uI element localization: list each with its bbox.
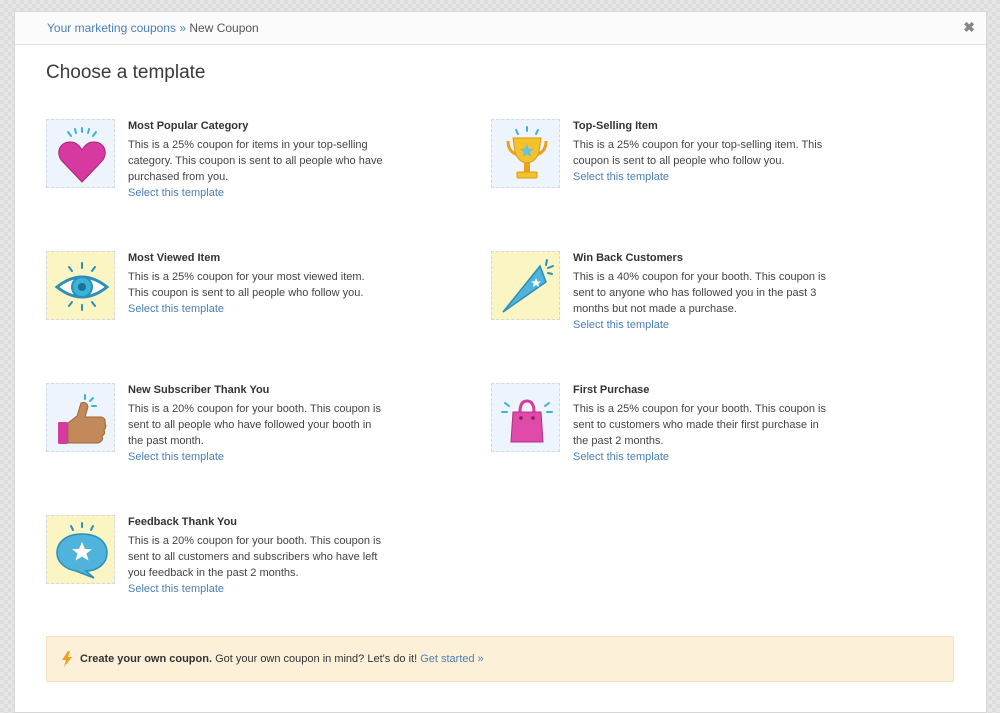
template-description: This is a 25% coupon for your most viewe…: [128, 271, 365, 299]
template-name: Most Popular Category: [128, 120, 249, 132]
template-thumbnail[interactable]: [46, 119, 115, 188]
select-template-link[interactable]: Select this template: [573, 169, 828, 185]
template-name: First Purchase: [573, 384, 650, 396]
template-name: Win Back Customers: [573, 252, 683, 264]
trophy-icon: [506, 126, 548, 179]
shopping-bag-icon: [501, 399, 553, 443]
template-thumbnail[interactable]: [46, 251, 115, 320]
select-template-link[interactable]: Select this template: [573, 449, 828, 465]
template-name: Feedback Thank You: [128, 516, 238, 528]
page-title: Choose a template: [46, 62, 206, 83]
template-thumbnail[interactable]: [491, 251, 560, 320]
select-template-link[interactable]: Select this template: [128, 185, 383, 201]
breadcrumb-separator: »: [179, 21, 187, 35]
create-own-coupon-banner: Create your own coupon. Got your own cou…: [46, 636, 954, 682]
template-description: This is a 25% coupon for items in your t…: [128, 139, 383, 183]
breadcrumb: Your marketing coupons » New Coupon: [47, 21, 259, 35]
eye-icon: [54, 262, 110, 311]
pennant-icon: [502, 259, 554, 313]
template-thumbnail[interactable]: [46, 383, 115, 452]
template-description: This is a 20% coupon for your booth. Thi…: [128, 403, 381, 447]
speech-bubble-star-icon: [56, 522, 108, 579]
banner-message: Got your own coupon in mind? Let's do it…: [215, 653, 418, 665]
thumbs-up-icon: [58, 394, 107, 444]
template-name: New Subscriber Thank You: [128, 384, 270, 396]
template-description: This is a 40% coupon for your booth. Thi…: [573, 271, 826, 315]
get-started-link[interactable]: Get started »: [420, 653, 484, 665]
template-description: This is a 25% coupon for your booth. Thi…: [573, 403, 826, 447]
select-template-link[interactable]: Select this template: [128, 449, 383, 465]
top-bar: Your marketing coupons » New Coupon ✖: [15, 12, 986, 45]
template-thumbnail[interactable]: [491, 119, 560, 188]
template-description: This is a 20% coupon for your booth. Thi…: [128, 535, 381, 579]
banner-title: Create your own coupon.: [80, 653, 213, 665]
lightning-bolt-icon: [62, 651, 72, 667]
select-template-link[interactable]: Select this template: [128, 581, 383, 597]
breadcrumb-parent-link[interactable]: Your marketing coupons: [47, 21, 176, 35]
breadcrumb-current: New Coupon: [189, 21, 259, 35]
coupon-dialog: Your marketing coupons » New Coupon ✖ Ch…: [14, 11, 987, 713]
template-name: Most Viewed Item: [128, 252, 221, 264]
template-thumbnail[interactable]: [46, 515, 115, 584]
banner-text: Create your own coupon. Got your own cou…: [80, 653, 484, 665]
select-template-link[interactable]: Select this template: [128, 301, 383, 317]
template-name: Top-Selling Item: [573, 120, 658, 132]
template-description: This is a 25% coupon for your top-sellin…: [573, 139, 823, 167]
heart-icon: [58, 127, 106, 183]
select-template-link[interactable]: Select this template: [573, 317, 828, 333]
close-icon[interactable]: ✖: [963, 19, 975, 36]
template-thumbnail[interactable]: [491, 383, 560, 452]
